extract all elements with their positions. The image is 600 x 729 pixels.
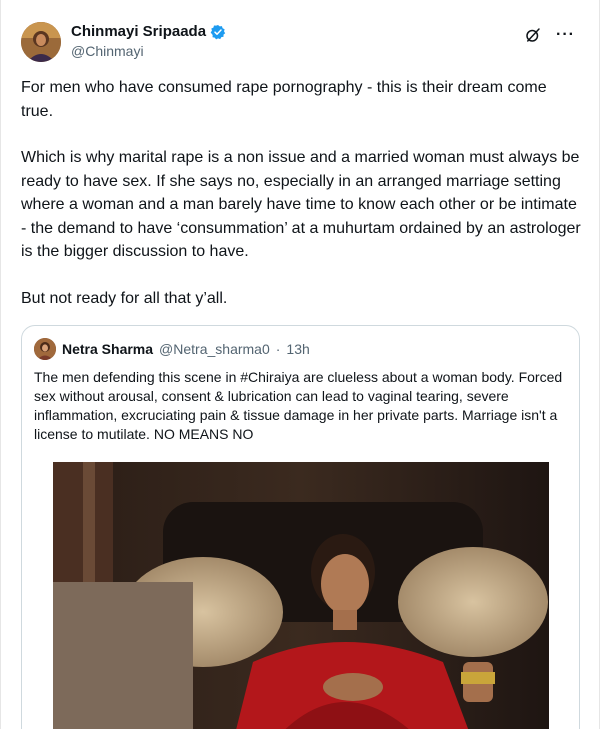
- quoted-tweet-header: Netra Sharma @Netra_sharma0 · 13h: [34, 338, 310, 360]
- tweet-paragraph: Which is why marital rape is a non issue…: [21, 149, 581, 260]
- author-display-name[interactable]: Chinmayi Sripaada: [71, 23, 206, 40]
- verified-badge-icon[interactable]: [210, 24, 226, 40]
- quoted-separator: ·: [275, 341, 281, 357]
- tweet-top-actions: ···: [524, 26, 575, 44]
- quoted-author-handle[interactable]: @Netra_sharma0: [159, 341, 270, 357]
- tweet-body: For men who have consumed rape pornograp…: [21, 76, 581, 310]
- quoted-media-image[interactable]: [53, 462, 549, 729]
- quoted-tweet-text: The men defending this scene in #Chiraiy…: [34, 369, 563, 442]
- tweet-paragraph: But not ready for all that y’all.: [21, 289, 228, 307]
- tweet-header: Chinmayi Sripaada @Chinmayi ···: [21, 22, 581, 66]
- quoted-author-avatar[interactable]: [34, 338, 56, 360]
- author-info: Chinmayi Sripaada @Chinmayi: [71, 23, 226, 59]
- tweet-card: Chinmayi Sripaada @Chinmayi ··· For men …: [0, 0, 600, 729]
- tweet-paragraph: For men who have consumed rape pornograp…: [21, 79, 547, 120]
- quoted-timestamp[interactable]: 13h: [286, 341, 309, 357]
- grok-icon[interactable]: [524, 26, 542, 44]
- author-handle[interactable]: @Chinmayi: [71, 43, 226, 59]
- more-options-icon[interactable]: ···: [556, 27, 575, 43]
- quoted-tweet[interactable]: Netra Sharma @Netra_sharma0 · 13h The me…: [21, 325, 580, 729]
- author-avatar[interactable]: [21, 22, 61, 62]
- quoted-author-name[interactable]: Netra Sharma: [62, 341, 153, 357]
